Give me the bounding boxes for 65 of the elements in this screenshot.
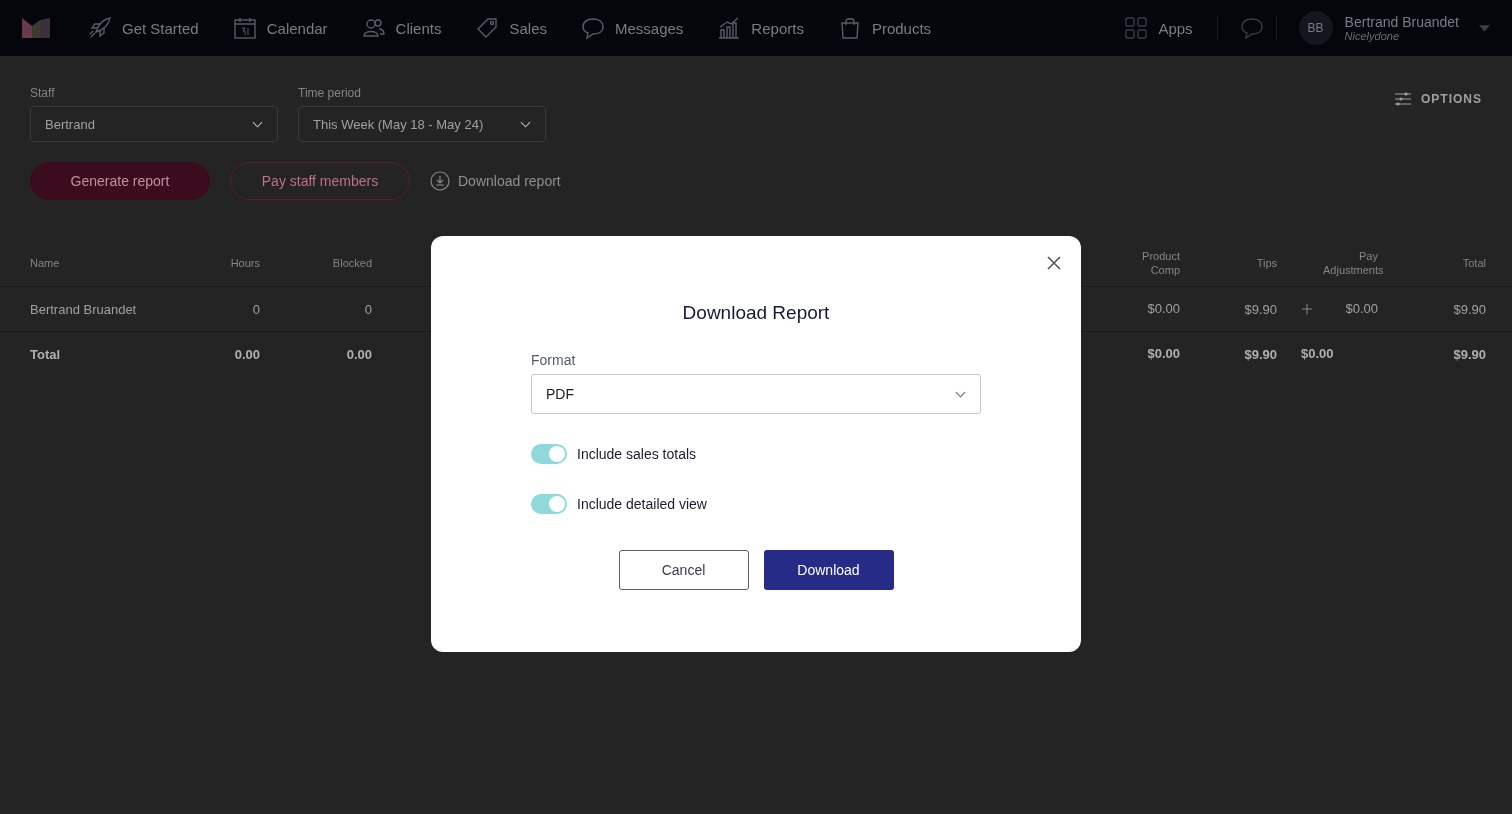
dropdown-field[interactable]: This Week (May 18 - May 24) (298, 106, 546, 142)
table-cell-text: 0 (363, 301, 373, 317)
grid-icon (1124, 16, 1149, 40)
table-cell-text: 0 (251, 301, 261, 317)
table-cell-text: $9.90 (1243, 301, 1278, 317)
business-name: Nicelydone (1344, 30, 1400, 42)
plus-icon[interactable] (1301, 303, 1313, 315)
field-label: Format (531, 352, 577, 368)
people-icon (361, 16, 386, 40)
table-cell-text: $0.00 (1146, 345, 1181, 363)
field-label: Time period (298, 86, 362, 100)
dialog-title: Download Report (681, 302, 831, 324)
nav-link[interactable]: Products (837, 16, 932, 40)
toggle-label: Include detailed view (577, 496, 707, 512)
field-label: Staff (30, 86, 56, 100)
logo-icon[interactable] (22, 18, 50, 38)
user-name: Bertrand Bruandet (1344, 14, 1459, 30)
download-report-link[interactable]: Download report (430, 171, 561, 191)
toggle-label: Include sales totals (577, 446, 697, 462)
rocket-icon (88, 16, 112, 40)
column-header: Name (29, 257, 61, 269)
table-cell-text: $9.90 (1243, 346, 1278, 362)
download-button[interactable]: Download (763, 550, 894, 590)
nav-link[interactable]: Get Started (88, 16, 199, 40)
nav-link[interactable]: Reports (717, 16, 804, 40)
toggle-switch[interactable] (531, 494, 567, 514)
table-cell: $0.00 (1301, 345, 1334, 363)
table-cell-text: Bertrand Bruandet (29, 301, 138, 317)
table-cell-text: $9.90 (1452, 301, 1487, 317)
table-cell-text: 0.00 (233, 346, 261, 362)
tag-icon (475, 16, 500, 40)
chat-bubble-icon (581, 16, 605, 40)
bar-chart-icon (717, 16, 742, 40)
table-cell-text: $0.00 (1146, 300, 1181, 318)
column-header: Blocked (331, 257, 373, 269)
chevron-icon (520, 120, 531, 128)
table-cell-text: $9.90 (1452, 346, 1487, 362)
toggle-switch[interactable] (531, 444, 567, 464)
column-header: Pay Adjustments (1322, 248, 1385, 278)
nav-link[interactable]: Messages (581, 16, 684, 40)
table-cell-text: Total (29, 346, 62, 362)
generate-report-button[interactable]: Generate report (30, 162, 210, 200)
column-header: Tips (1255, 257, 1278, 269)
apps-link[interactable]: Apps (1124, 16, 1193, 40)
column-header: Total (1461, 257, 1487, 269)
chevron-icon (252, 120, 263, 128)
dropdown-field[interactable]: Bertrand (30, 106, 278, 142)
chevron-icon (955, 390, 966, 398)
download-icon (430, 171, 450, 191)
table-cell-text: 0.00 (345, 346, 373, 362)
user-avatar[interactable]: BB (1298, 11, 1333, 45)
nav-link[interactable]: Clients (361, 16, 442, 40)
chat-bubble-icon[interactable] (1239, 16, 1264, 40)
close-icon[interactable] (1047, 256, 1061, 270)
sliders-icon (1395, 92, 1411, 106)
cancel-button[interactable]: Cancel (618, 550, 749, 590)
nav-link[interactable]: Sales (475, 16, 547, 40)
column-header: Hours (229, 257, 261, 269)
nav-link[interactable]: Calendar (232, 16, 328, 40)
options-button[interactable]: OPTIONS (1395, 92, 1482, 106)
column-header: Product Comp (1141, 248, 1181, 278)
table-cell: $0.00 (1345, 300, 1378, 318)
calendar-icon (232, 16, 257, 40)
format-dropdown[interactable]: PDF (531, 374, 981, 414)
caret-icon[interactable] (1479, 24, 1490, 32)
